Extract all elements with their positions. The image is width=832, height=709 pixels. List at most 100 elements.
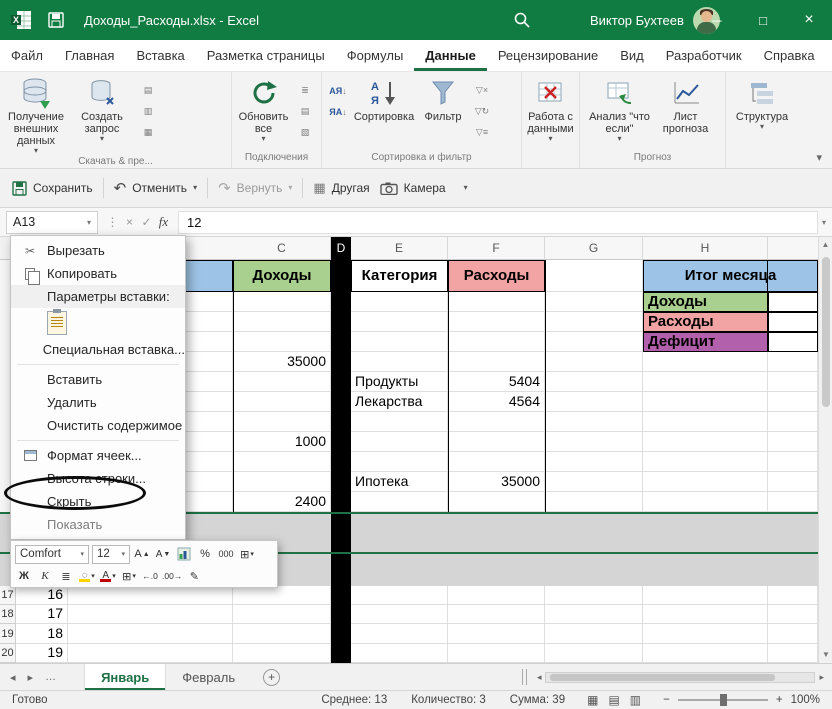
add-sheet-button[interactable]: + bbox=[263, 669, 280, 686]
tab-review[interactable]: Рецензирование bbox=[487, 40, 609, 71]
connections-icon[interactable]: ≣ bbox=[293, 81, 317, 100]
grid-cell[interactable]: Расходы bbox=[448, 260, 545, 292]
qat-redo-button[interactable]: ↷ Вернуть▾ bbox=[218, 179, 292, 197]
grid-cell[interactable] bbox=[768, 472, 818, 492]
tab-page-layout[interactable]: Разметка страницы bbox=[196, 40, 336, 71]
grid-cell[interactable] bbox=[233, 292, 331, 312]
grid-cell[interactable] bbox=[545, 260, 643, 292]
menu-item-paste-special[interactable]: Специальная вставка... bbox=[11, 338, 185, 361]
save-icon[interactable] bbox=[48, 0, 64, 40]
grid-cell[interactable] bbox=[545, 312, 643, 332]
tab-formulas[interactable]: Формулы bbox=[336, 40, 415, 71]
properties-icon[interactable]: ▤ bbox=[293, 102, 317, 121]
grid-cell[interactable] bbox=[643, 624, 768, 644]
grid-cell[interactable] bbox=[68, 624, 233, 644]
grid-cell[interactable] bbox=[351, 452, 448, 472]
sort-button[interactable]: АЯ Сортировка bbox=[352, 75, 416, 123]
grid-cell[interactable] bbox=[351, 644, 448, 663]
excel-logo-icon[interactable]: X bbox=[10, 0, 32, 40]
comma-style-button[interactable]: 000 bbox=[217, 545, 235, 564]
hscroll-right-icon[interactable]: ▸ bbox=[819, 672, 824, 683]
expand-formula-bar-icon[interactable]: ▾ bbox=[822, 218, 826, 227]
tab-developer[interactable]: Разработчик bbox=[655, 40, 753, 71]
grid-cell[interactable]: 18 bbox=[16, 624, 68, 644]
grid-cell[interactable] bbox=[233, 644, 331, 663]
column-header[interactable]: D bbox=[331, 237, 351, 260]
outline-button[interactable]: Структура▾ bbox=[730, 75, 794, 131]
grid-cell[interactable] bbox=[643, 605, 768, 624]
grid-cell[interactable] bbox=[233, 332, 331, 352]
column-header[interactable]: G bbox=[545, 237, 643, 260]
grid-cell[interactable] bbox=[351, 412, 448, 432]
grid-cell[interactable] bbox=[448, 644, 545, 663]
grid-cell[interactable] bbox=[545, 586, 643, 605]
sort-za-icon[interactable]: ЯА↓ bbox=[326, 102, 350, 121]
grid-cell[interactable] bbox=[768, 312, 818, 332]
grid-cell[interactable] bbox=[448, 432, 545, 452]
grid-cell[interactable]: Категория bbox=[351, 260, 448, 292]
grid-cell[interactable] bbox=[233, 312, 331, 332]
grid-cell[interactable] bbox=[351, 352, 448, 372]
grid-cell[interactable]: 35000 bbox=[448, 472, 545, 492]
tab-home[interactable]: Главная bbox=[54, 40, 125, 71]
maximize-button[interactable]: □ bbox=[740, 0, 786, 40]
what-if-analysis-button[interactable]: Анализ "чтоесли"▾ bbox=[588, 75, 652, 143]
grid-cell[interactable]: 19 bbox=[16, 644, 68, 663]
grid-cell[interactable] bbox=[448, 452, 545, 472]
grid-cell[interactable] bbox=[545, 492, 643, 512]
name-box[interactable]: A13▾ bbox=[6, 211, 98, 234]
scroll-down-icon[interactable]: ▼ bbox=[819, 647, 832, 663]
grid-cell[interactable] bbox=[545, 472, 643, 492]
filter-button[interactable]: Фильтр bbox=[418, 75, 468, 123]
percent-style-button[interactable]: % bbox=[196, 545, 214, 564]
page-break-view-icon[interactable]: ▥ bbox=[630, 693, 641, 707]
grid-cell[interactable]: 17 bbox=[16, 605, 68, 624]
grid-cell[interactable] bbox=[351, 492, 448, 512]
grid-cell[interactable] bbox=[448, 586, 545, 605]
grid-cell[interactable]: Доходы bbox=[233, 260, 331, 292]
grid-cell[interactable] bbox=[233, 586, 331, 605]
grid-cell[interactable]: 5404 bbox=[448, 372, 545, 392]
recent-sources-icon[interactable]: ▥ bbox=[136, 102, 160, 121]
collapse-ribbon-icon[interactable]: ▾ bbox=[816, 151, 822, 164]
minimize-button[interactable]: ─ bbox=[694, 0, 740, 40]
vertical-scrollbar[interactable]: ▲ ▼ bbox=[818, 237, 832, 663]
grid-cell[interactable] bbox=[351, 624, 448, 644]
italic-button[interactable]: К bbox=[36, 567, 54, 586]
bold-button[interactable]: Ж bbox=[15, 567, 33, 586]
qat-camera-button[interactable]: Камера bbox=[380, 181, 446, 195]
grid-cell[interactable] bbox=[545, 624, 643, 644]
grid-cell[interactable] bbox=[351, 332, 448, 352]
row-header[interactable]: 20 bbox=[0, 644, 16, 663]
grid-cell[interactable] bbox=[351, 312, 448, 332]
zoom-in-icon[interactable]: + bbox=[776, 694, 783, 706]
get-external-data-button[interactable]: Получениевнешних данных▾ bbox=[4, 75, 68, 155]
new-query-button[interactable]: Создатьзапрос▾ bbox=[70, 75, 134, 143]
fill-color-button[interactable]: ◌▾ bbox=[78, 567, 96, 586]
sheet-prev-icon[interactable]: ◂ bbox=[10, 671, 16, 684]
menu-item-unhide[interactable]: Показать bbox=[11, 513, 185, 536]
grid-cell[interactable] bbox=[351, 432, 448, 452]
tab-data[interactable]: Данные bbox=[414, 40, 487, 71]
menu-item-clear-contents[interactable]: Очистить содержимое bbox=[11, 414, 185, 437]
grid-cell[interactable] bbox=[768, 624, 818, 644]
grid-cell[interactable]: Итог месяца bbox=[643, 260, 818, 292]
menu-item-hide[interactable]: Скрыть bbox=[11, 490, 185, 513]
horizontal-scrollbar-thumb[interactable] bbox=[550, 674, 775, 681]
grid-cell[interactable]: 35000 bbox=[233, 352, 331, 372]
grid-cell[interactable] bbox=[768, 492, 818, 512]
advanced-filter-icon[interactable]: ▽≡ bbox=[470, 123, 494, 142]
grid-cell[interactable] bbox=[643, 432, 768, 452]
row-header[interactable]: 18 bbox=[0, 605, 16, 624]
grid-cell[interactable] bbox=[643, 412, 768, 432]
grid-cell[interactable]: Ипотека bbox=[351, 472, 448, 492]
column-header[interactable]: F bbox=[448, 237, 545, 260]
cancel-icon[interactable]: × bbox=[121, 215, 138, 229]
font-size-select[interactable]: 12▾ bbox=[92, 545, 130, 564]
qat-more-icon[interactable]: ▾ bbox=[464, 184, 468, 192]
formula-input[interactable]: 12 bbox=[178, 211, 818, 234]
grid-cell[interactable] bbox=[643, 352, 768, 372]
grid-cell[interactable] bbox=[545, 392, 643, 412]
menu-item-row-height[interactable]: Высота строки... bbox=[11, 467, 185, 490]
format-painter-icon[interactable]: ✎ bbox=[185, 567, 203, 586]
